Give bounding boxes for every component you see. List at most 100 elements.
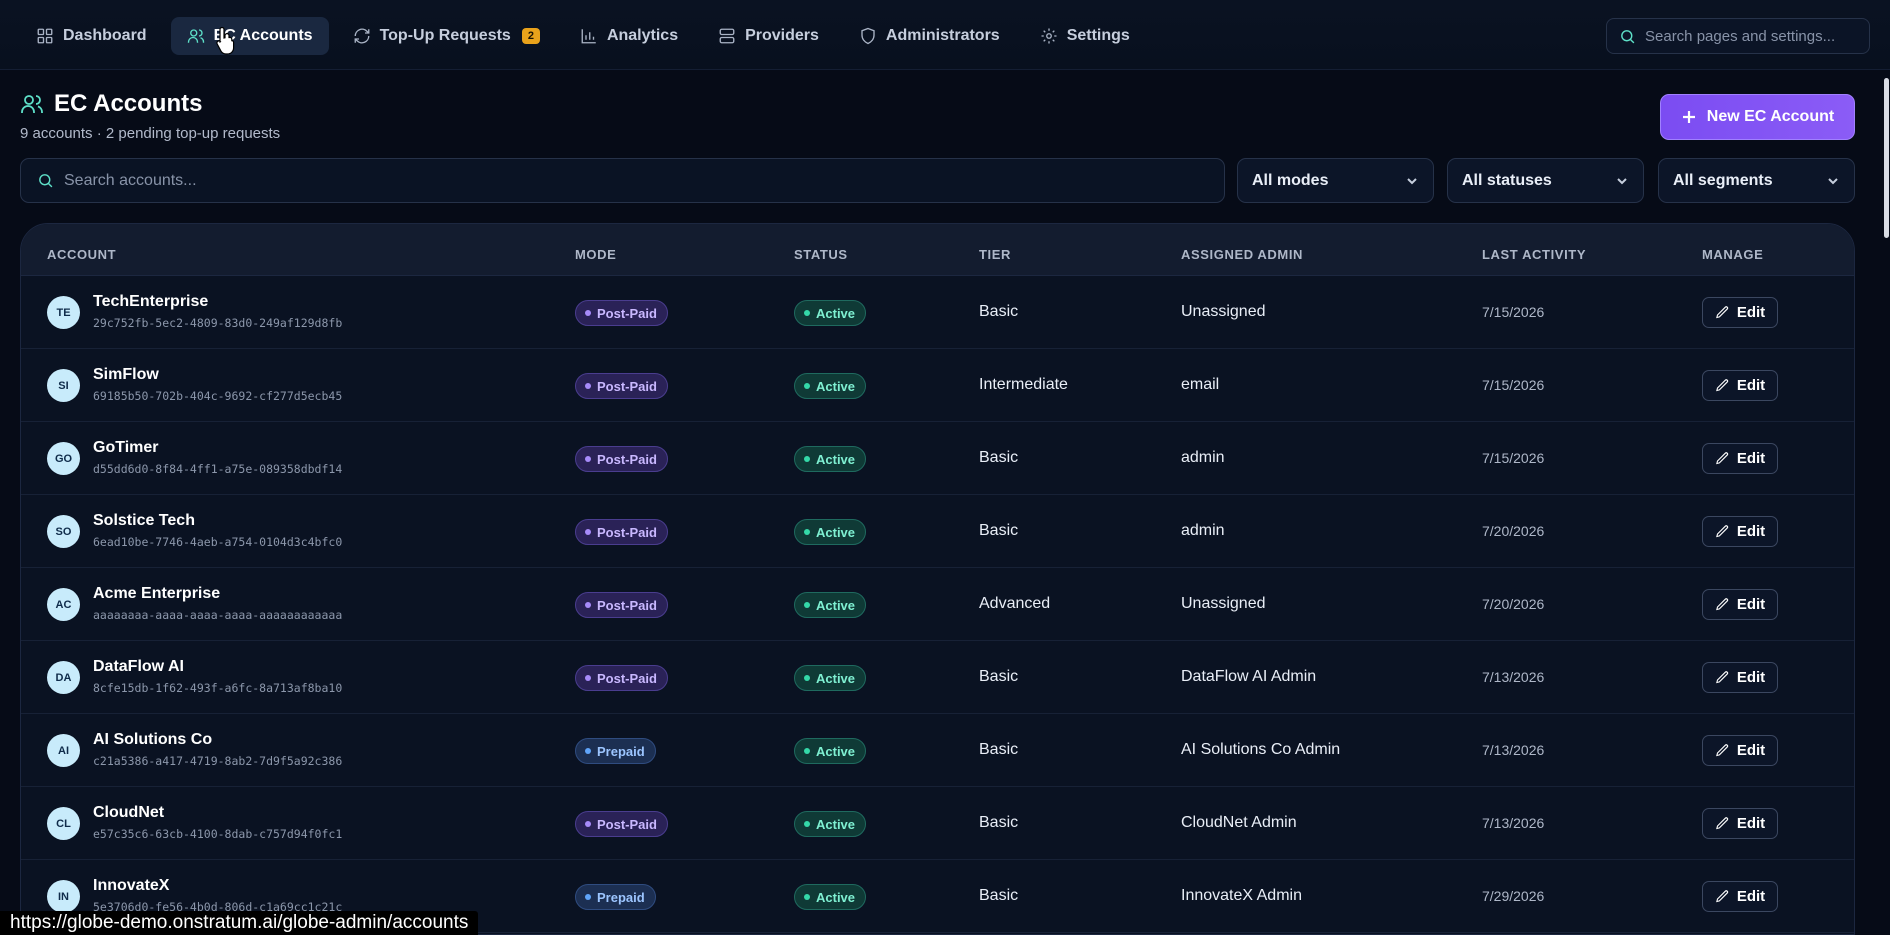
edit-button[interactable]: Edit: [1702, 662, 1778, 693]
mode-badge: Post-Paid: [575, 300, 668, 326]
status-filter-select[interactable]: All statuses: [1447, 158, 1644, 203]
edit-button[interactable]: Edit: [1702, 881, 1778, 912]
global-search-box[interactable]: [1606, 18, 1870, 54]
nav-item-top-up-requests[interactable]: Top-Up Requests 2: [337, 17, 556, 55]
account-id: e57c35c6-63cb-4100-8dab-c757d94f0fc1: [93, 827, 343, 841]
edit-button[interactable]: Edit: [1702, 589, 1778, 620]
pencil-icon: [1715, 525, 1728, 538]
column-header-tier[interactable]: TIER: [979, 247, 1011, 262]
account-avatar: AC: [47, 588, 80, 621]
page-scrollbar[interactable]: [1884, 78, 1889, 238]
assigned-admin-value: email: [1181, 376, 1220, 393]
users-icon: [187, 29, 204, 43]
column-header-status[interactable]: STATUS: [794, 247, 848, 262]
nav-item-analytics[interactable]: Analytics: [564, 17, 694, 55]
assigned-admin-value: InnovateX Admin: [1181, 887, 1302, 904]
tier-value: Advanced: [979, 595, 1051, 612]
mode-badge-label: Post-Paid: [597, 378, 657, 394]
pencil-icon: [1715, 671, 1728, 684]
edit-button[interactable]: Edit: [1702, 297, 1778, 328]
tier-value: Basic: [979, 741, 1019, 758]
account-name[interactable]: CloudNet: [93, 804, 164, 822]
status-dot-icon: [804, 894, 810, 900]
account-avatar: CL: [47, 807, 80, 840]
segment-filter-select[interactable]: All segments: [1658, 158, 1855, 203]
accounts-table: ACCOUNT MODE STATUS TIER ASSIGNED ADMIN …: [20, 223, 1855, 935]
pencil-icon: [1715, 817, 1728, 830]
gear-icon: [1041, 28, 1057, 44]
mode-badge-label: Post-Paid: [597, 524, 657, 540]
account-name[interactable]: DataFlow AI: [93, 658, 184, 676]
last-activity-value: 7/29/2026: [1482, 888, 1545, 904]
edit-button[interactable]: Edit: [1702, 370, 1778, 401]
account-avatar: IN: [47, 880, 80, 913]
nav-item-providers[interactable]: Providers: [702, 17, 835, 55]
edit-button[interactable]: Edit: [1702, 516, 1778, 547]
search-icon: [1621, 29, 1635, 43]
nav-item-settings[interactable]: Settings: [1024, 17, 1146, 55]
tier-value: Basic: [979, 522, 1019, 539]
table-row[interactable]: SO Solstice Tech 6ead10be-7746-4aeb-a754…: [21, 495, 1854, 568]
edit-button-label: Edit: [1736, 523, 1766, 540]
page-header: EC Accounts 9 accounts · 2 pending top-u…: [20, 90, 280, 142]
pencil-icon: [1715, 890, 1728, 903]
account-search-input[interactable]: [64, 171, 1208, 190]
table-body: TE TechEnterprise 29c752fb-5ec2-4809-83d…: [21, 276, 1854, 933]
account-name[interactable]: TechEnterprise: [93, 293, 208, 311]
new-ec-account-button[interactable]: New EC Account: [1660, 94, 1855, 140]
edit-button[interactable]: Edit: [1702, 808, 1778, 839]
table-row[interactable]: AC Acme Enterprise aaaaaaaa-aaaa-aaaa-aa…: [21, 568, 1854, 641]
mode-badge: Post-Paid: [575, 665, 668, 691]
mode-badge-label: Post-Paid: [597, 305, 657, 321]
mode-filter-select[interactable]: All modes: [1237, 158, 1434, 203]
table-row[interactable]: AI AI Solutions Co c21a5386-a417-4719-8a…: [21, 714, 1854, 787]
account-name[interactable]: Acme Enterprise: [93, 585, 220, 603]
nav-item-administrators[interactable]: Administrators: [843, 17, 1016, 55]
table-row[interactable]: SI SimFlow 69185b50-702b-404c-9692-cf277…: [21, 349, 1854, 422]
column-header-assigned-admin[interactable]: ASSIGNED ADMIN: [1181, 247, 1303, 262]
status-dot-icon: [804, 456, 810, 462]
status-filter-value: All statuses: [1462, 171, 1552, 189]
column-header-account[interactable]: ACCOUNT: [47, 247, 116, 262]
tier-value: Basic: [979, 449, 1019, 466]
status-dot-icon: [804, 602, 810, 608]
nav-item-dashboard[interactable]: Dashboard: [20, 17, 163, 55]
table-row[interactable]: CL CloudNet e57c35c6-63cb-4100-8dab-c757…: [21, 787, 1854, 860]
account-id: 8cfe15db-1f62-493f-a6fc-8a713af8ba10: [93, 681, 343, 695]
chevron-down-icon: [1407, 177, 1417, 184]
grid-icon: [37, 28, 53, 44]
account-search-box[interactable]: [20, 158, 1225, 203]
mode-dot-icon: [585, 821, 591, 827]
mode-badge-label: Post-Paid: [597, 451, 657, 467]
column-header-last-activity[interactable]: LAST ACTIVITY: [1482, 247, 1586, 262]
edit-button[interactable]: Edit: [1702, 443, 1778, 474]
mode-dot-icon: [585, 748, 591, 754]
status-badge-label: Active: [816, 305, 856, 321]
table-row[interactable]: GO GoTimer d55dd6d0-8f84-4ff1-a75e-08935…: [21, 422, 1854, 495]
edit-button[interactable]: Edit: [1702, 735, 1778, 766]
table-row[interactable]: TE TechEnterprise 29c752fb-5ec2-4809-83d…: [21, 276, 1854, 349]
plus-icon: [1682, 111, 1695, 123]
edit-button-label: Edit: [1736, 304, 1766, 321]
last-activity-value: 7/15/2026: [1482, 304, 1545, 320]
edit-button-label: Edit: [1736, 742, 1766, 759]
column-header-mode[interactable]: MODE: [575, 247, 616, 262]
bar-chart-icon: [581, 29, 596, 44]
account-name[interactable]: Solstice Tech: [93, 512, 195, 530]
nav-item-ec-accounts[interactable]: EC Accounts: [170, 17, 329, 55]
mode-badge: Post-Paid: [575, 519, 668, 545]
account-id: c21a5386-a417-4719-8ab2-7d9f5a92c386: [93, 754, 343, 768]
status-badge-label: Active: [816, 378, 856, 394]
mode-dot-icon: [585, 894, 591, 900]
global-search-input[interactable]: [1645, 27, 1857, 45]
status-badge: Active: [794, 884, 867, 910]
account-name[interactable]: InnovateX: [93, 877, 169, 895]
table-header-row: ACCOUNT MODE STATUS TIER ASSIGNED ADMIN …: [21, 224, 1854, 276]
account-name[interactable]: SimFlow: [93, 366, 159, 384]
last-activity-value: 7/20/2026: [1482, 596, 1545, 612]
table-row[interactable]: DA DataFlow AI 8cfe15db-1f62-493f-a6fc-8…: [21, 641, 1854, 714]
account-name[interactable]: AI Solutions Co: [93, 731, 212, 749]
status-badge-label: Active: [816, 816, 856, 832]
account-name[interactable]: GoTimer: [93, 439, 159, 457]
status-dot-icon: [804, 310, 810, 316]
